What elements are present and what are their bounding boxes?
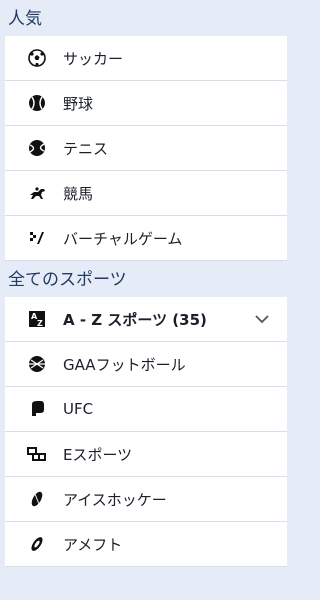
- tennis-ball-icon: [27, 138, 47, 158]
- virtual-games-icon: [27, 228, 47, 248]
- chevron-down-icon[interactable]: [253, 310, 271, 328]
- all-sports-section-title: 全てのスポーツ: [8, 270, 127, 290]
- sport-item-esports[interactable]: Eスポーツ: [5, 432, 287, 477]
- popular-section-title: 人気: [8, 9, 42, 29]
- sport-item-gaa-football[interactable]: GAAフットボール: [5, 342, 287, 387]
- sport-item-tennis[interactable]: テニス: [5, 126, 287, 171]
- sport-item-ice-hockey[interactable]: アイスホッケー: [5, 477, 287, 522]
- horse-racing-icon: [27, 183, 47, 203]
- sport-item-soccer[interactable]: サッカー: [5, 36, 287, 81]
- ufc-glove-icon: [27, 399, 47, 419]
- sport-item-label: サッカー: [63, 49, 124, 68]
- american-football-icon: [27, 534, 47, 554]
- sport-item-label: 競馬: [63, 184, 94, 203]
- esports-icon: [27, 444, 47, 464]
- sport-item-american-football[interactable]: アメフト: [5, 522, 287, 567]
- all-sports-section-header: 全てのスポーツ: [0, 261, 295, 297]
- sport-item-baseball[interactable]: 野球: [5, 81, 287, 126]
- gaa-ball-icon: [27, 354, 47, 374]
- baseball-icon: [27, 93, 47, 113]
- sport-item-ufc[interactable]: UFC: [5, 387, 287, 432]
- sport-item-label: 野球: [63, 94, 94, 113]
- svg-text:Z: Z: [37, 319, 43, 328]
- a-z-sports-dropdown[interactable]: A Z A - Z スポーツ (35): [5, 297, 287, 342]
- sport-item-label: バーチャルゲーム: [63, 229, 183, 248]
- sport-item-label: GAAフットボール: [63, 355, 186, 374]
- popular-section-header: 人気: [0, 0, 295, 36]
- sport-item-label: Eスポーツ: [63, 445, 133, 464]
- sport-item-label: テニス: [63, 139, 109, 158]
- ice-hockey-icon: [27, 489, 47, 509]
- sport-item-virtual-games[interactable]: バーチャルゲーム: [5, 216, 287, 261]
- sport-item-label: UFC: [63, 400, 94, 418]
- sport-item-label: アイスホッケー: [63, 490, 167, 509]
- soccer-ball-icon: [27, 48, 47, 68]
- a-z-sports-label: A - Z スポーツ (35): [63, 310, 207, 329]
- sport-item-horse-racing[interactable]: 競馬: [5, 171, 287, 216]
- a-z-icon: A Z: [27, 309, 47, 329]
- sport-item-label: アメフト: [63, 535, 123, 554]
